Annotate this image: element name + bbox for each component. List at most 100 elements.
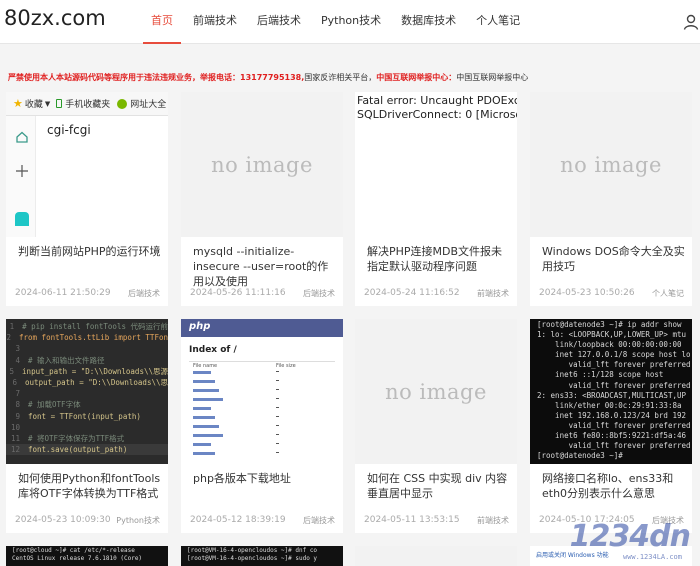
nav-database[interactable]: 数据库技术: [393, 0, 464, 44]
article-title[interactable]: 如何使用Python和fontTools库将OTF字体转换为TTF格式: [18, 471, 164, 501]
code-text: font = TTFont(input_path): [28, 411, 141, 422]
line-number: 4: [6, 355, 28, 366]
thumb-heading: Index of /: [189, 345, 237, 355]
no-image-placeholder: no image: [181, 92, 343, 237]
listing-entry: [193, 434, 223, 437]
code-line: 10: [6, 422, 168, 433]
legal-notice: 严禁使用本人本站源码代码等程序用于违法违规业务，举报电话：13177795138…: [0, 68, 700, 88]
code-line: 12font.save(output_path): [6, 444, 168, 455]
article-date: 2024-06-11 21:50:29: [15, 288, 111, 298]
article-card[interactable]: [355, 546, 517, 566]
article-card[interactable]: ★ 收藏 ▼ 手机收藏夹 网址大全 cgi-fcgi 判断当前网站PHP的运行环…: [6, 92, 168, 306]
terminal-line: inet 192.168.0.123/24 brd 192: [537, 411, 692, 421]
code-line: 1# pip install fontTools 代码运行前: [6, 321, 168, 332]
article-card[interactable]: 1# pip install fontTools 代码运行前2from font…: [6, 319, 168, 533]
article-thumbnail[interactable]: [root@datenode3 ~]# ip addr show1: lo: <…: [530, 319, 692, 464]
article-date: 2024-05-23 10:50:26: [539, 288, 635, 298]
line-number: 12: [6, 444, 28, 455]
article-card[interactable]: no image mysqld --initialize-insecure --…: [181, 92, 343, 306]
listing-size: [276, 389, 279, 390]
code-line: 4# 输入和输出文件路径: [6, 355, 168, 366]
article-card[interactable]: [root@VM-16-4-opencloudos ~]# dnf co [ro…: [181, 546, 343, 566]
code-text: # 加载OTF字体: [28, 399, 81, 410]
article-category[interactable]: 后端技术: [303, 288, 335, 299]
thumb-column: File size: [276, 363, 296, 369]
thumb-text: cgi-fcgi: [47, 123, 91, 137]
listing-size: [276, 416, 279, 417]
article-thumbnail[interactable]: Fatal error: Uncaught PDOExceptio SQLDri…: [355, 92, 517, 237]
article-title[interactable]: 如何在 CSS 中实现 div 内容垂直居中显示: [367, 471, 513, 501]
terminal-line: valid_lft forever preferred: [537, 381, 692, 391]
nav-frontend[interactable]: 前端技术: [185, 0, 245, 44]
nav-backend[interactable]: 后端技术: [249, 0, 309, 44]
article-date: 2024-05-26 11:11:16: [190, 288, 286, 298]
toolbar-label: 网址大全: [130, 97, 166, 110]
notice-antifraud: 国家反诈相关平台，: [304, 73, 376, 82]
article-card[interactable]: [root@cloud ~]# cat /etc/*-release CentO…: [6, 546, 168, 566]
article-card[interactable]: [root@datenode3 ~]# ip addr show1: lo: <…: [530, 319, 692, 533]
article-category[interactable]: 前端技术: [477, 288, 509, 299]
terminal-line: [root@VM-16-4-opencloudos ~]# dnf co: [187, 547, 317, 555]
code-line: 2from fontTools.ttLib import TTFon: [6, 332, 168, 343]
no-image-placeholder: no image: [530, 92, 692, 237]
site-logo[interactable]: 80zx.com: [4, 6, 106, 30]
article-date: 2024-05-12 18:39:19: [190, 515, 286, 525]
article-card[interactable]: no image 如何在 CSS 中实现 div 内容垂直居中显示 2024-0…: [355, 319, 517, 533]
terminal-line: [root@VM-16-4-opencloudos ~]# sudo y: [187, 555, 317, 563]
article-thumbnail[interactable]: ★ 收藏 ▼ 手机收藏夹 网址大全 cgi-fcgi: [6, 92, 168, 237]
nav-home[interactable]: 首页: [143, 0, 181, 44]
user-icon[interactable]: [682, 13, 700, 31]
article-thumbnail[interactable]: no image: [181, 92, 343, 237]
article-category[interactable]: 后端技术: [303, 515, 335, 526]
article-thumbnail[interactable]: no image: [530, 92, 692, 237]
code-line: 3: [6, 343, 168, 354]
article-thumbnail[interactable]: 1# pip install fontTools 代码运行前2from font…: [6, 319, 168, 464]
listing-size: [276, 398, 279, 399]
code-text: # pip install fontTools 代码运行前: [22, 321, 168, 332]
article-title[interactable]: 判断当前网站PHP的运行环境: [18, 244, 164, 259]
article-title[interactable]: 解决PHP连接MDB文件报未指定默认驱动程序问题: [367, 244, 513, 274]
article-category[interactable]: 后端技术: [128, 288, 160, 299]
terminal-line: inet 127.0.0.1/8 scope host lo: [537, 350, 692, 360]
article-category[interactable]: Python技术: [116, 515, 160, 526]
line-number: 5: [6, 366, 22, 377]
article-card[interactable]: no image Windows DOS命令大全及实用技巧 2024-05-23…: [530, 92, 692, 306]
code-line: 6output_path = "D:\\Downloads\\思: [6, 377, 168, 388]
listing-size: [276, 407, 279, 408]
terminal-line: inet6 fe80::8bf5:9221:df5a:46: [537, 431, 692, 441]
code-line: 8# 加载OTF字体: [6, 399, 168, 410]
nav-python[interactable]: Python技术: [313, 0, 389, 44]
listing-entry: [193, 452, 215, 455]
notice-warning: 严禁使用本人本站源码代码等程序用于违法违规业务，举报电话：13177795138…: [8, 73, 304, 82]
article-title[interactable]: php各版本下载地址: [193, 471, 339, 486]
globe-icon: [117, 99, 127, 109]
code-line: 9font = TTFont(input_path): [6, 411, 168, 422]
listing-size: [276, 452, 279, 453]
terminal-line: link/loopback 00:00:00:00:00: [537, 340, 692, 350]
listing-size: [276, 371, 279, 372]
notice-report-link[interactable]: 中国互联网举报中心: [456, 73, 528, 82]
article-card[interactable]: php Index of / File name File size php各版…: [181, 319, 343, 533]
terminal-line: [root@datenode3 ~]#: [537, 451, 692, 461]
listing-size: [276, 425, 279, 426]
article-card[interactable]: Fatal error: Uncaught PDOExceptio SQLDri…: [355, 92, 517, 306]
article-category[interactable]: 前端技术: [477, 515, 509, 526]
listing-entry: [193, 416, 215, 419]
line-number: 8: [6, 399, 28, 410]
line-number: 2: [6, 332, 19, 343]
article-title[interactable]: Windows DOS命令大全及实用技巧: [542, 244, 688, 274]
listing-entry: [193, 398, 223, 401]
article-category[interactable]: 个人笔记: [652, 288, 684, 299]
article-thumbnail[interactable]: php Index of / File name File size: [181, 319, 343, 464]
terminal-line: valid_lft forever preferred: [537, 441, 692, 451]
main-nav: 首页 前端技术 后端技术 Python技术 数据库技术 个人笔记: [143, 0, 532, 44]
article-title[interactable]: 网络接口名称lo、ens33和eth0分别表示什么意思: [542, 471, 688, 501]
article-thumbnail[interactable]: no image: [355, 319, 517, 464]
site-header: 80zx.com 首页 前端技术 后端技术 Python技术 数据库技术 个人笔…: [0, 0, 700, 44]
listing-size: [276, 443, 279, 444]
nav-notes[interactable]: 个人笔记: [468, 0, 528, 44]
line-number: 9: [6, 411, 28, 422]
listing-entry: [193, 389, 219, 392]
article-title[interactable]: mysqld --initialize-insecure --user=root…: [193, 244, 339, 289]
no-image-placeholder: no image: [355, 319, 517, 464]
